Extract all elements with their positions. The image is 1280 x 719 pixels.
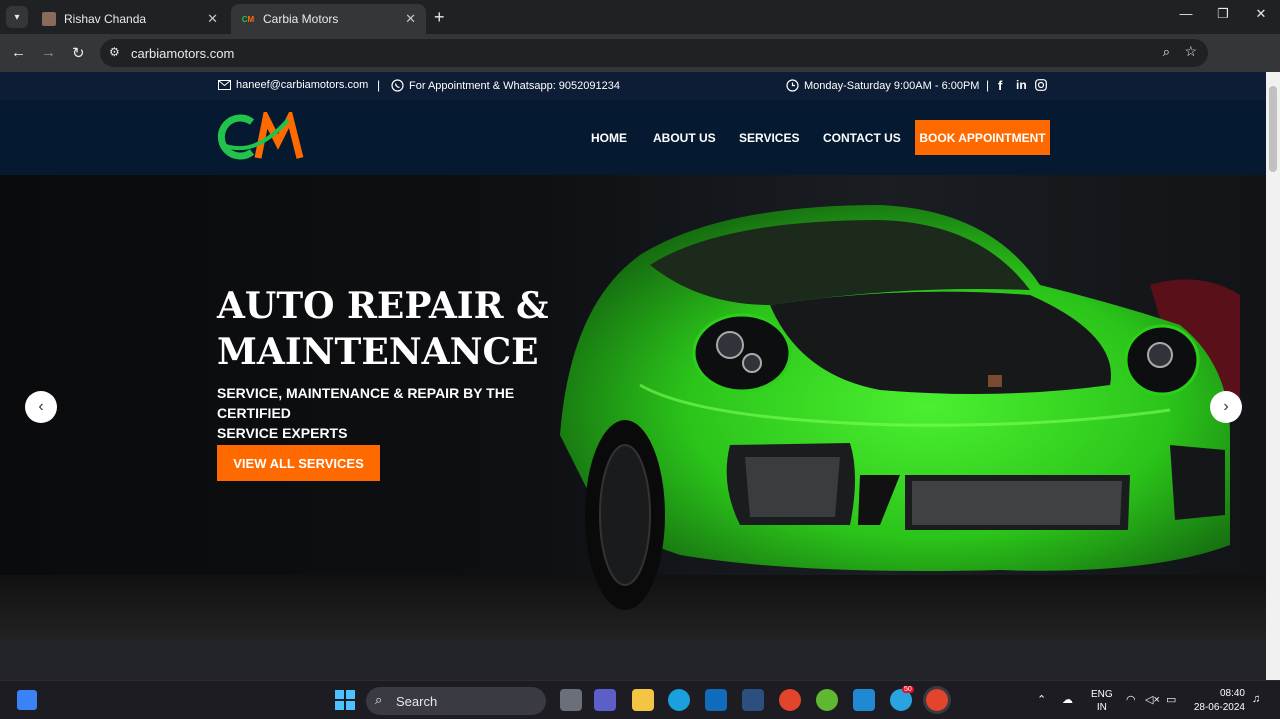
tab-rishav-chanda[interactable]: Rishav Chanda ✕: [32, 4, 228, 34]
hours-text: Monday-Saturday 9:00AM - 6:00PM: [804, 79, 980, 92]
telegram-icon[interactable]: 50: [890, 686, 914, 711]
slider-prev-icon[interactable]: ‹: [25, 391, 57, 423]
clock-time: 08:40: [1219, 688, 1245, 699]
site-logo[interactable]: [216, 107, 306, 162]
whatsapp-contact[interactable]: For Appointment & Whatsapp: 9052091234: [391, 79, 620, 92]
bookmark-star-icon[interactable]: ☆: [1184, 43, 1197, 60]
window-close-icon[interactable]: ✕: [1246, 6, 1276, 22]
snipping-tool-icon[interactable]: [742, 689, 764, 711]
separator: |: [377, 78, 381, 92]
nav-contact-us[interactable]: CONTACT US: [823, 131, 901, 145]
hero-title-line1: AUTO REPAIR &: [217, 285, 549, 327]
reload-icon[interactable]: ↻: [72, 44, 85, 62]
close-tab-icon[interactable]: ✕: [207, 11, 218, 27]
next-section: [0, 640, 1266, 680]
chevron-down-icon: ▾: [14, 11, 20, 23]
contact-top-bar: haneef@carbiamotors.com | For Appointmen…: [0, 72, 1266, 100]
cm-logo-icon: [217, 107, 304, 160]
start-icon[interactable]: [334, 689, 356, 711]
zoom-icon[interactable]: ⌕: [1163, 44, 1170, 60]
working-hours: Monday-Saturday 9:00AM - 6:00PM: [786, 79, 979, 92]
instagram-icon[interactable]: [1035, 79, 1052, 91]
nav-services[interactable]: SERVICES: [739, 131, 799, 145]
notification-bell-icon[interactable]: ♫: [1252, 693, 1260, 705]
site-header: HOME ABOUT US SERVICES CONTACT US BOOK A…: [0, 100, 1266, 175]
windows-taskbar: ⌕ Search 50 ⌃ ☁ ENG IN ◠ ◁× ▭ 08:40 28-0…: [0, 680, 1280, 719]
mail-icon: [218, 80, 231, 90]
profile-favicon-icon: [42, 12, 56, 26]
spring-tool-icon[interactable]: [816, 689, 838, 711]
chrome-profile-icon[interactable]: [926, 689, 948, 711]
taskbar-search[interactable]: ⌕ Search: [366, 687, 546, 715]
hero-title: AUTO REPAIR & MAINTENANCE: [217, 283, 577, 375]
tab-title: Rishav Chanda: [64, 12, 147, 26]
forward-arrow-icon[interactable]: →: [41, 44, 56, 61]
onedrive-icon[interactable]: ☁: [1062, 693, 1073, 706]
system-clock[interactable]: 08:40 28-06-2024: [1190, 687, 1245, 715]
email-contact[interactable]: haneef@carbiamotors.com: [218, 79, 368, 91]
restore-icon[interactable]: ❐: [1208, 6, 1238, 22]
site-info-icon[interactable]: ⚙: [109, 45, 120, 59]
email-text: haneef@carbiamotors.com: [236, 79, 369, 91]
vscode-icon[interactable]: [853, 689, 875, 711]
mail-app-icon[interactable]: [705, 689, 727, 711]
tab-carbia-motors[interactable]: CM Carbia Motors ✕: [231, 4, 426, 34]
page-scrollbar[interactable]: [1266, 72, 1280, 680]
tab-title: Carbia Motors: [263, 12, 339, 26]
hero-slider: AUTO REPAIR & MAINTENANCE SERVICE, MAINT…: [0, 175, 1266, 640]
address-bar[interactable]: ⚙ carbiamotors.com ⌕ ☆: [100, 39, 1208, 67]
nav-about-us[interactable]: ABOUT US: [653, 131, 716, 145]
wifi-icon[interactable]: ◠: [1126, 693, 1136, 706]
clock-icon: [786, 79, 799, 92]
slider-next-icon[interactable]: ›: [1210, 391, 1242, 423]
telegram-badge: 50: [902, 686, 914, 693]
battery-icon[interactable]: ▭: [1166, 693, 1176, 706]
browser-toolbar: ← → ↻ ⚙ carbiamotors.com ⌕ ☆ A ⋮: [0, 34, 1280, 96]
teams-icon[interactable]: [594, 689, 616, 711]
clock-date: 28-06-2024: [1193, 702, 1245, 713]
tab-search-button[interactable]: ▾: [6, 6, 28, 28]
nav-home[interactable]: HOME: [591, 131, 627, 145]
chrome-icon[interactable]: [779, 689, 801, 711]
lang-line1: ENG: [1091, 689, 1113, 700]
browser-tab-bar: ▾ Rishav Chanda ✕ CM Carbia Motors ✕ + —…: [0, 0, 1280, 34]
hero-title-line2: MAINTENANCE: [217, 331, 539, 373]
file-explorer-icon[interactable]: [632, 689, 654, 711]
linkedin-icon[interactable]: in: [1016, 78, 1027, 92]
search-icon: ⌕: [375, 692, 383, 707]
task-view-icon[interactable]: [560, 689, 582, 711]
book-appointment-button[interactable]: BOOK APPOINTMENT: [915, 120, 1050, 155]
url-text[interactable]: carbiamotors.com: [131, 46, 234, 61]
green-sports-car-image: [0, 175, 1266, 640]
cm-favicon-icon: CM: [241, 14, 255, 24]
page-viewport: haneef@carbiamotors.com | For Appointmen…: [0, 72, 1266, 680]
language-indicator[interactable]: ENG IN: [1091, 688, 1113, 714]
close-tab-icon[interactable]: ✕: [405, 11, 416, 27]
hero-subtitle: SERVICE, MAINTENANCE & REPAIR BY THE CER…: [217, 383, 577, 443]
separator: |: [986, 78, 990, 92]
whatsapp-icon: [391, 79, 404, 92]
minimize-icon[interactable]: —: [1171, 6, 1201, 21]
edge-icon[interactable]: [668, 689, 690, 711]
new-tab-icon[interactable]: +: [434, 7, 445, 28]
back-arrow-icon[interactable]: ←: [11, 44, 26, 61]
lang-line2: IN: [1096, 702, 1107, 713]
scrollbar-thumb[interactable]: [1269, 86, 1277, 172]
search-label: Search: [396, 694, 438, 709]
facebook-icon[interactable]: f: [998, 78, 1002, 93]
view-all-services-button[interactable]: VIEW ALL SERVICES: [217, 445, 380, 481]
widgets-icon[interactable]: [17, 690, 37, 710]
hero-subtitle-line1: SERVICE, MAINTENANCE & REPAIR BY THE CER…: [217, 385, 515, 421]
hero-subtitle-line2: SERVICE EXPERTS: [217, 425, 348, 441]
phone-text: For Appointment & Whatsapp: 9052091234: [409, 79, 620, 92]
volume-muted-icon[interactable]: ◁×: [1145, 693, 1160, 706]
show-hidden-icons-icon[interactable]: ⌃: [1037, 693, 1046, 706]
